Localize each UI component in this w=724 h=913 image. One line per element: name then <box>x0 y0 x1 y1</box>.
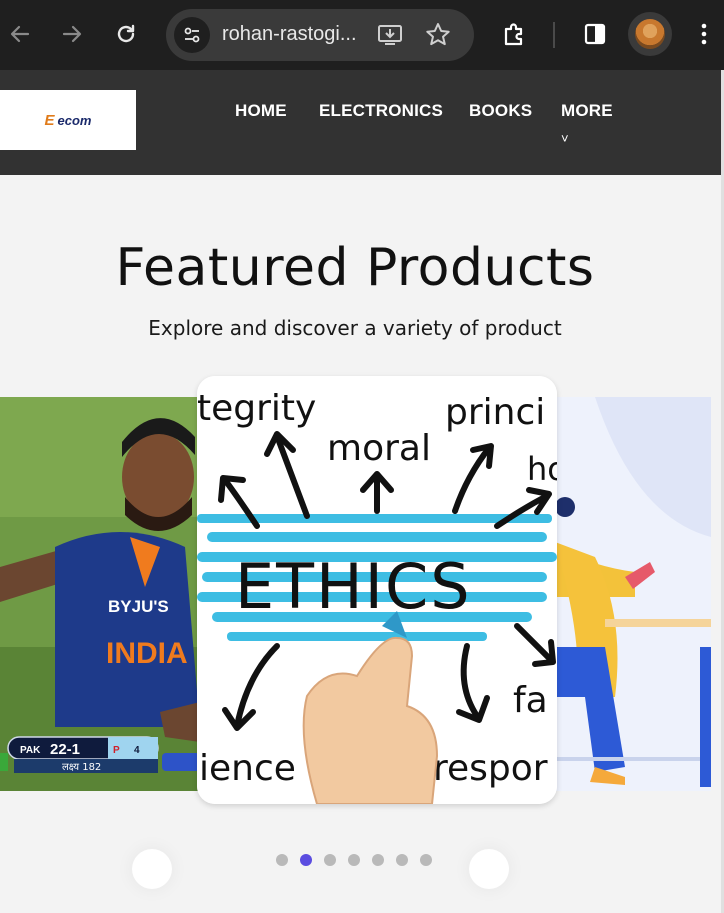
back-icon[interactable] <box>0 14 40 54</box>
nav-home[interactable]: HOME <box>235 101 287 121</box>
avatar-image <box>635 19 665 49</box>
page-title: Featured Products <box>115 238 595 298</box>
forward-icon[interactable] <box>52 14 92 54</box>
jersey-brand: BYJU'S <box>108 597 169 616</box>
carousel-dot[interactable] <box>420 854 432 866</box>
word-moral: moral <box>327 428 431 469</box>
chevron-down-icon[interactable]: ˅ <box>561 131 569 146</box>
toolbar-divider <box>553 22 555 48</box>
illustration-image <box>555 397 711 791</box>
menu-icon[interactable] <box>684 14 724 54</box>
nav-more[interactable]: MORE <box>561 101 613 121</box>
carousel-next-button[interactable] <box>469 849 509 889</box>
jersey-team: INDIA <box>106 637 188 670</box>
carousel-prev-button[interactable] <box>132 849 172 889</box>
site-logo[interactable]: E ecom <box>0 90 136 150</box>
word-principles: princi <box>445 392 545 433</box>
score-badge: P <box>113 745 120 756</box>
logo-text: ecom <box>57 112 92 128</box>
side-panel-icon[interactable] <box>575 14 615 54</box>
score-target: लक्ष्य 182 <box>62 762 101 773</box>
word-integrity: tegrity <box>197 388 316 429</box>
ethics-main-word: ETHICS <box>235 550 472 623</box>
carousel-slide-ethics[interactable]: ETHICS tegrity moral princi ho fa ience … <box>197 376 557 804</box>
score-value: 22-1 <box>50 741 80 758</box>
ethics-image: ETHICS tegrity moral princi ho fa ience … <box>197 376 557 804</box>
carousel-dot[interactable] <box>348 854 360 866</box>
nav-books[interactable]: BOOKS <box>469 101 532 121</box>
carousel-slide-cricket[interactable]: PAK 22-1 P 4 लक्ष्य 182 BYJU'S INDIA <box>0 397 200 791</box>
carousel-slide-illustration[interactable] <box>555 397 711 791</box>
word-conscience: ience <box>199 748 296 789</box>
page-subtitle: Explore and discover a variety of produc… <box>148 316 562 340</box>
reload-icon[interactable] <box>106 14 146 54</box>
word-responsibility: respor <box>433 748 548 789</box>
carousel-dot[interactable] <box>324 854 336 866</box>
logo-e-mark-icon: E <box>44 111 55 129</box>
carousel-dot[interactable] <box>396 854 408 866</box>
address-url[interactable]: rohan-rastogi... <box>222 23 357 46</box>
install-app-icon[interactable] <box>376 21 404 54</box>
carousel-dot[interactable] <box>372 854 384 866</box>
profile-avatar[interactable] <box>628 12 672 56</box>
cricket-photo: PAK 22-1 P 4 लक्ष्य 182 BYJU'S INDIA <box>0 397 200 791</box>
site-settings-icon[interactable] <box>174 17 210 53</box>
score-team: PAK <box>20 745 41 756</box>
word-honesty: ho <box>527 450 557 488</box>
bookmark-star-icon[interactable] <box>424 21 452 54</box>
address-bar[interactable]: rohan-rastogi... <box>166 9 474 61</box>
score-overs: 4 <box>134 745 140 756</box>
site-navbar: E ecom HOME ELECTRONICS BOOKS MORE ˅ <box>0 70 724 175</box>
browser-toolbar: rohan-rastogi... <box>0 0 724 70</box>
carousel-dot[interactable] <box>276 854 288 866</box>
carousel-pagination <box>276 854 432 866</box>
nav-electronics[interactable]: ELECTRONICS <box>319 101 443 121</box>
carousel-dot[interactable] <box>300 854 312 866</box>
web-page: E ecom HOME ELECTRONICS BOOKS MORE ˅ Fea… <box>0 70 724 913</box>
word-fairness: fa <box>513 680 548 721</box>
extensions-icon[interactable] <box>494 14 534 54</box>
